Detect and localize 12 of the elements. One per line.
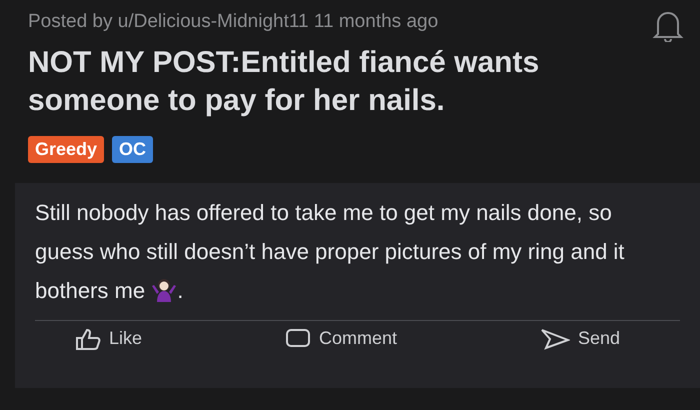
thumbs-up-icon	[75, 328, 101, 350]
post-action-button[interactable]: Send	[540, 325, 620, 352]
post-byline: Posted by u/Delicious-Midnight11 11 months ago	[28, 10, 438, 34]
quoted-post-body: Still nobody has offered to take me to get my nails done, so guess who still doesn’t have proper pictures of my ring and it bothers me .	[35, 199, 626, 305]
paper-plane-icon	[540, 328, 570, 350]
post-action-button[interactable]: Like	[75, 325, 142, 352]
speech-bubble-icon	[284, 328, 311, 350]
post-action-button[interactable]: Comment	[284, 325, 397, 352]
shrugging-person-icon	[151, 276, 178, 302]
flair-tag: OC	[112, 136, 154, 163]
post-title: NOT MY POST:Entitled fiancé wants someone to pay for her nails.	[27, 45, 540, 119]
flair-tag: Greedy	[28, 136, 104, 163]
